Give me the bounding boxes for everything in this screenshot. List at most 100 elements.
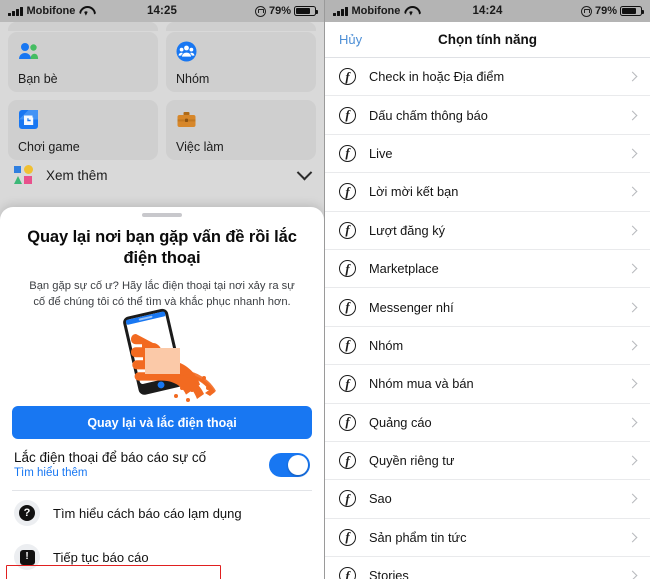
chevron-right-icon[interactable] xyxy=(627,263,638,274)
chevron-right-icon[interactable] xyxy=(627,148,638,159)
shake-report-bottom-sheet: Quay lại nơi bạn gặp vấn đề rồi lắc điện… xyxy=(0,207,324,579)
page-title: Chọn tính năng xyxy=(438,32,537,47)
facebook-f-icon: f xyxy=(339,106,356,124)
list-item[interactable]: f Nhóm xyxy=(325,327,650,366)
chevron-right-icon[interactable] xyxy=(627,378,638,389)
list-item-label: Quyền riêng tư xyxy=(369,453,455,469)
list-item[interactable]: f Lượt đăng ký xyxy=(325,212,650,250)
facebook-f-icon: f xyxy=(339,528,356,546)
shortcut-card-friends[interactable]: Bạn bè xyxy=(8,32,158,92)
option-row-continue-report[interactable]: ! Tiếp tục báo cáo xyxy=(0,535,324,579)
chevron-down-icon[interactable] xyxy=(296,164,313,180)
left-screen-body: Bạn bè Nhóm Chơi game Việc làm Xem thêm … xyxy=(0,22,324,579)
facebook-f-icon: f xyxy=(339,144,356,162)
battery-icon xyxy=(620,5,644,17)
battery-percent-label: 79% xyxy=(594,5,617,17)
list-item[interactable]: f Nhóm mua và bán xyxy=(325,365,650,404)
list-item[interactable]: f Stories xyxy=(325,557,650,579)
facebook-f-icon: f xyxy=(339,298,356,316)
list-item[interactable]: f Dấu chấm thông báo xyxy=(325,96,650,135)
facebook-f-icon: f xyxy=(339,375,356,393)
peek-card-left xyxy=(8,22,158,31)
right-phone-screen: Mobifone 14:24 79% Hủy Chọn tính năng fC… xyxy=(325,0,650,579)
list-item[interactable]: f Sản phẩm tin tức xyxy=(325,519,650,558)
chevron-right-icon[interactable] xyxy=(627,110,638,121)
option-label: Tìm hiểu cách báo cáo lạm dụng xyxy=(53,505,242,521)
left-status-bar: Mobifone 14:25 79% xyxy=(0,0,324,22)
list-item[interactable]: f Marketplace xyxy=(325,250,650,289)
list-item[interactable]: f Lời mời kết bạn xyxy=(325,173,650,212)
chevron-right-icon[interactable] xyxy=(627,455,638,466)
shake-toggle-row[interactable]: Lắc điện thoại để báo cáo sự cố Tìm hiểu… xyxy=(0,439,324,490)
facebook-f-icon: f xyxy=(339,567,356,579)
list-item-label: Messenger nhí xyxy=(369,299,454,315)
list-item-label: Dấu chấm thông báo xyxy=(369,107,488,123)
peek-card-right xyxy=(166,22,316,31)
shortcut-card-jobs[interactable]: Việc làm xyxy=(166,100,316,160)
sheet-title: Quay lại nơi bạn gặp vấn đề rồi lắc điện… xyxy=(27,228,297,268)
shortcut-card-label: Nhóm xyxy=(176,72,210,86)
list-item-label: Check in hoặc Địa điểm xyxy=(369,69,505,85)
list-item[interactable]: f Check in hoặc Địa điểm xyxy=(325,58,650,97)
jobs-briefcase-icon xyxy=(176,108,306,130)
shortcut-card-grid: Bạn bè Nhóm Chơi game Việc làm xyxy=(0,31,324,160)
battery-percent-label: 79% xyxy=(268,5,291,17)
shortcut-card-label: Bạn bè xyxy=(18,72,58,86)
list-item[interactable]: f Live xyxy=(325,135,650,174)
feature-list: f Check in hoặc Địa điểm f Dấu chấm thông b… xyxy=(325,58,650,579)
facebook-f-icon: f xyxy=(339,221,356,239)
rotation-lock-icon xyxy=(254,5,266,17)
status-bar-right-group: 79% xyxy=(254,5,318,17)
chevron-right-icon[interactable] xyxy=(627,340,638,351)
right-status-bar: Mobifone 14:24 79% xyxy=(325,0,650,22)
list-item-label: Live xyxy=(369,145,393,161)
list-item[interactable]: f Messenger nhí xyxy=(325,288,650,327)
left-phone-screen: Mobifone 14:25 79% Bạn bè Nhóm Chơi game… xyxy=(0,0,325,579)
shortcut-card-groups[interactable]: Nhóm xyxy=(166,32,316,92)
list-item-label: Stories xyxy=(369,568,409,579)
status-bar-right-group: 79% xyxy=(580,5,644,17)
facebook-f-icon: f xyxy=(339,260,356,278)
list-item[interactable]: f Quảng cáo xyxy=(325,404,650,442)
shapes-icon xyxy=(14,165,34,185)
chevron-right-icon[interactable] xyxy=(627,302,638,312)
facebook-f-icon: f xyxy=(339,413,356,431)
see-more-row[interactable]: Xem thêm xyxy=(0,160,324,185)
list-item-label: Sao xyxy=(369,491,392,507)
facebook-f-icon: f xyxy=(339,336,356,354)
chevron-right-icon[interactable] xyxy=(627,532,638,543)
cancel-button[interactable]: Hủy xyxy=(339,32,362,47)
exclamation-glyph: ! xyxy=(19,549,35,565)
rotation-lock-icon xyxy=(580,5,592,17)
list-item[interactable]: f Sao xyxy=(325,480,650,519)
shortcut-card-label: Việc làm xyxy=(176,140,224,154)
facebook-f-icon: f xyxy=(339,183,356,201)
option-row-learn-abuse[interactable]: ? Tìm hiểu cách báo cáo lạm dụng xyxy=(0,491,324,535)
list-item-label: Nhóm mua và bán xyxy=(369,376,474,392)
chevron-right-icon[interactable] xyxy=(627,186,638,197)
shortcut-card-gaming[interactable]: Chơi game xyxy=(8,100,158,160)
facebook-f-icon: f xyxy=(339,68,356,86)
list-item-label: Lượt đăng ký xyxy=(369,222,446,238)
list-item-label: Marketplace xyxy=(369,261,439,277)
shortcut-card-label: Chơi game xyxy=(18,140,80,154)
option-label: Tiếp tục báo cáo xyxy=(53,549,149,565)
chevron-right-icon[interactable] xyxy=(627,570,638,579)
see-more-label: Xem thêm xyxy=(46,167,108,183)
chevron-right-icon[interactable] xyxy=(627,71,638,82)
list-item-label: Nhóm xyxy=(369,337,404,353)
chevron-right-icon[interactable] xyxy=(627,417,638,428)
list-item[interactable]: f Quyền riêng tư xyxy=(325,442,650,481)
chevron-right-icon[interactable] xyxy=(627,225,638,236)
shake-phone-cta-button[interactable]: Quay lại và lắc điện thoại xyxy=(12,406,312,439)
list-item-label: Quảng cáo xyxy=(369,414,432,430)
learn-more-link[interactable]: Tìm hiểu thêm xyxy=(14,467,206,479)
shake-toggle-switch[interactable] xyxy=(269,452,310,477)
question-glyph: ? xyxy=(19,505,35,521)
friends-icon xyxy=(18,40,148,62)
groups-icon xyxy=(176,40,306,62)
question-mark-icon: ? xyxy=(14,500,40,526)
battery-icon xyxy=(294,5,318,17)
chevron-right-icon[interactable] xyxy=(627,494,638,504)
list-item-label: Lời mời kết bạn xyxy=(369,184,459,200)
